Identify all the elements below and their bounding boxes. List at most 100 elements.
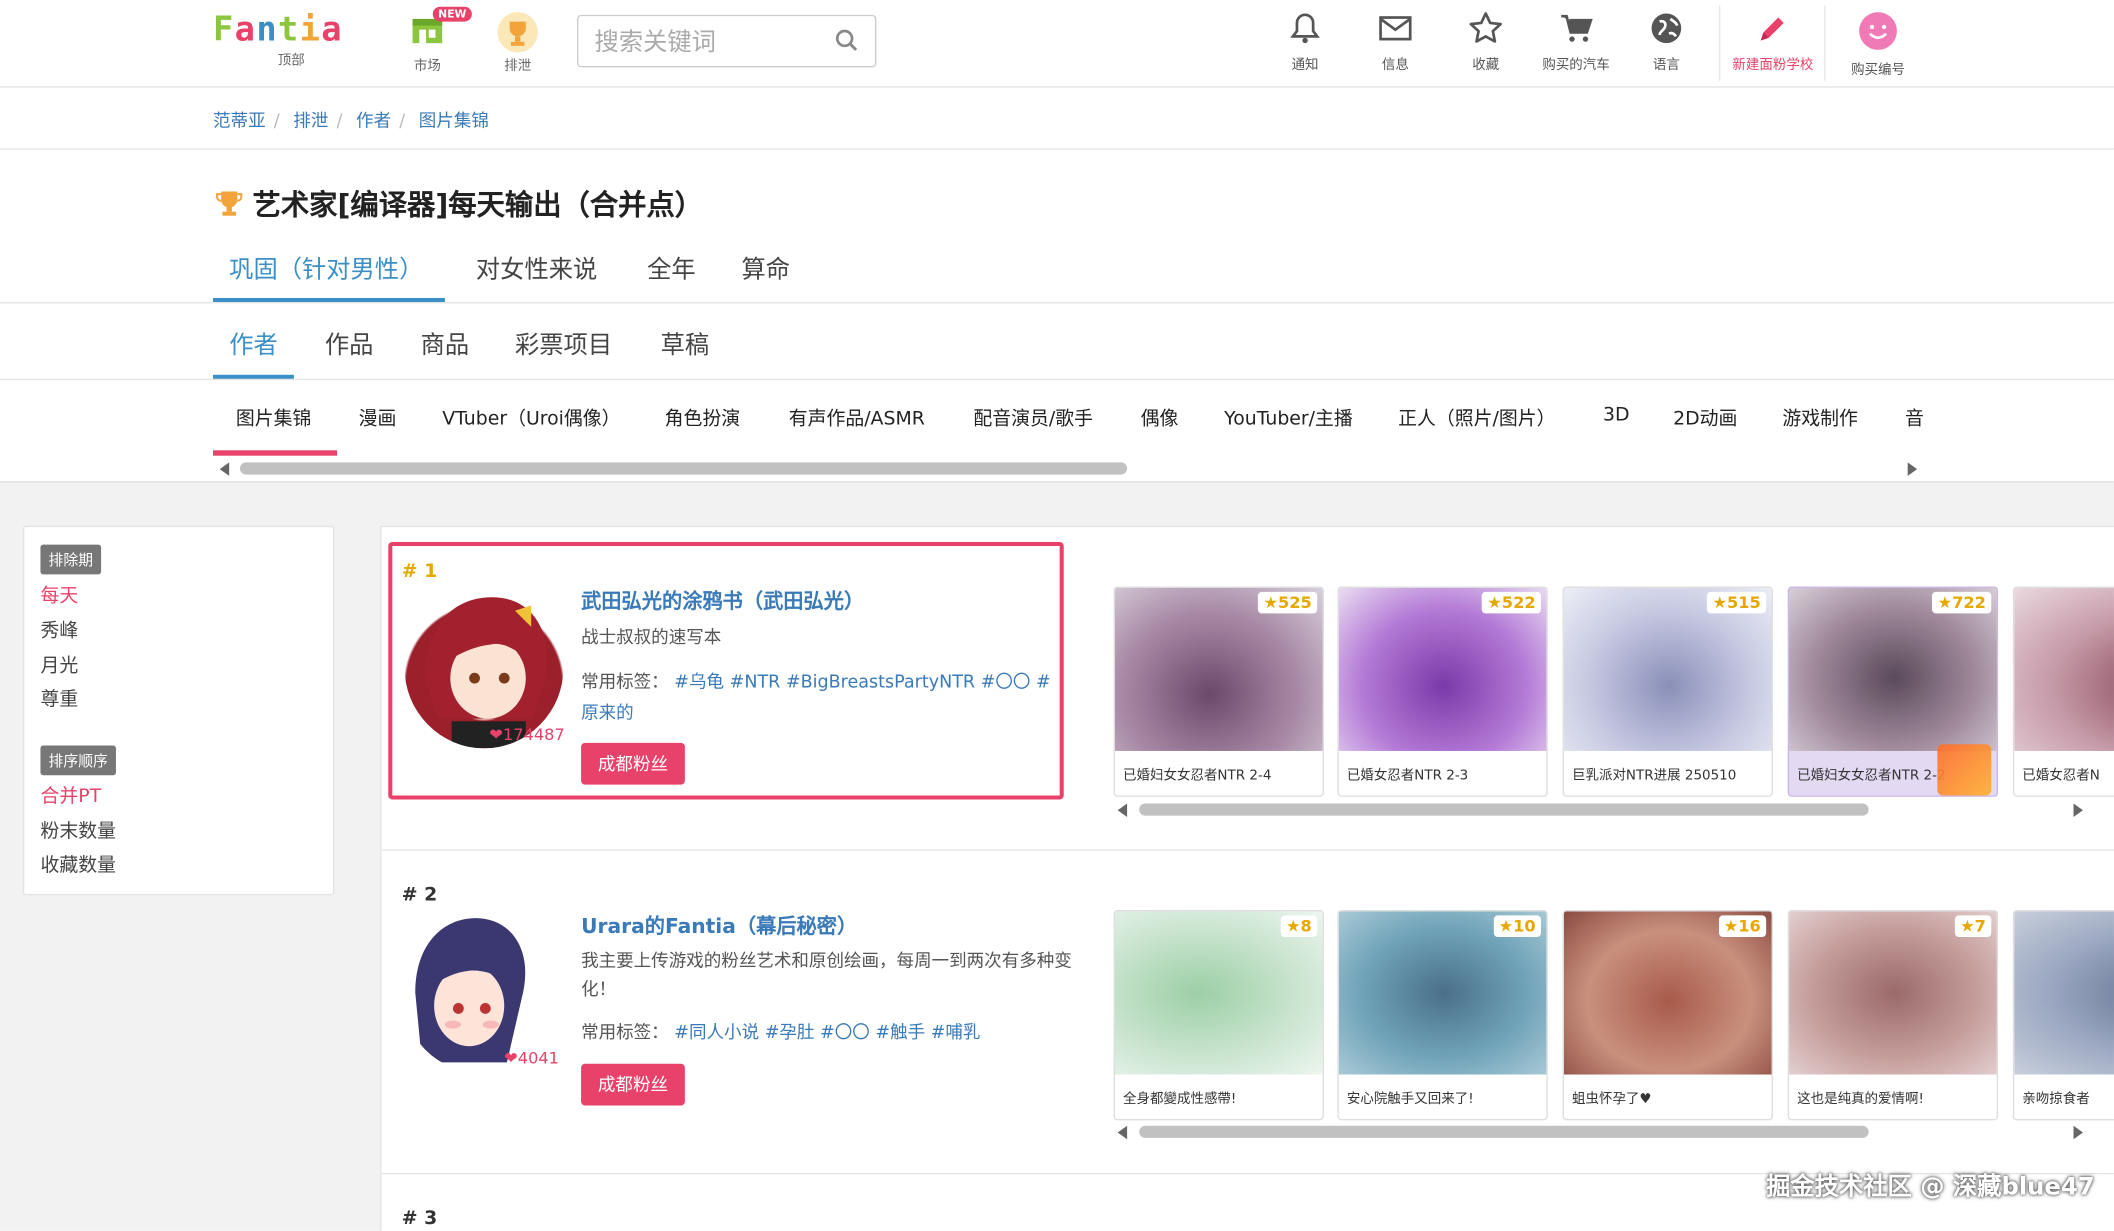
order-fans[interactable]: 粉末数量	[40, 817, 115, 844]
tab-drafts[interactable]: 草稿	[661, 326, 710, 361]
tab-works[interactable]: 作品	[325, 326, 374, 361]
order-favorites[interactable]: 收藏数量	[40, 851, 115, 878]
heart-icon: ❤	[489, 725, 503, 745]
star-value: 722	[1952, 593, 1986, 613]
category-tab-vtuber[interactable]: VTuber（Uroi偶像）	[442, 404, 620, 431]
star-value: 525	[1278, 593, 1312, 613]
search-icon[interactable]	[835, 28, 859, 52]
category-tab-music[interactable]: 音	[1905, 404, 1924, 431]
nav-notifications[interactable]: 通知	[1261, 11, 1350, 73]
nav-top[interactable]: 顶部	[251, 49, 332, 69]
work-caption: 蛆虫怀孕了♥	[1572, 1092, 1652, 1107]
fantia-logo[interactable]: Fantia	[213, 11, 369, 47]
tab-men[interactable]: 巩固（针对男性）	[229, 251, 423, 286]
work-thumbnail[interactable]: ★10 安心院触手又回来了!	[1337, 910, 1548, 1121]
tab-creator[interactable]: 作者	[229, 326, 278, 361]
tag-link[interactable]: #〇〇	[820, 1023, 870, 1043]
works-scrollbar[interactable]	[1139, 803, 1869, 816]
tab-lottery[interactable]: 彩票项目	[515, 326, 612, 361]
breadcrumb-item[interactable]: 范蒂亚	[213, 112, 266, 132]
rank-number: # 1	[401, 560, 438, 583]
work-thumbnail[interactable]: ★16 蛆虫怀孕了♥	[1562, 910, 1773, 1121]
tag-link[interactable]: #乌龟	[674, 673, 724, 693]
tab-year[interactable]: 全年	[647, 251, 696, 286]
works-scroll-left[interactable]	[1117, 803, 1128, 818]
avatar[interactable]	[404, 586, 564, 749]
category-tab-idol[interactable]: 偶像	[1141, 404, 1179, 431]
category-tab-2d-anim[interactable]: 2D动画	[1673, 404, 1737, 431]
work-image	[2014, 911, 2114, 1075]
period-weekly[interactable]: 秀峰	[40, 616, 78, 643]
period-monthly[interactable]: 月光	[40, 651, 78, 678]
work-thumbnail[interactable]: 已婚女忍者N	[2012, 586, 2114, 797]
nav-cart[interactable]: 购买的汽车	[1532, 11, 1621, 73]
period-label: 排除期	[40, 544, 102, 575]
category-tab-youtuber[interactable]: YouTuber/主播	[1224, 404, 1353, 431]
nav-favorites[interactable]: 收藏	[1441, 11, 1530, 73]
order-points[interactable]: 合并PT	[40, 782, 101, 809]
category-tab-game[interactable]: 游戏制作	[1782, 404, 1857, 431]
creator-tags: 常用标签： #同人小说 #孕肚 #〇〇 #触手 #哺乳	[581, 1018, 1093, 1049]
breadcrumb-item[interactable]: 作者	[356, 112, 391, 132]
become-fan-button[interactable]: 成都粉丝	[581, 742, 685, 785]
nav-divider	[1718, 5, 1721, 81]
tag-link[interactable]: #孕肚	[765, 1023, 815, 1043]
category-tab-3d[interactable]: 3D	[1603, 404, 1630, 426]
works-scroll-right[interactable]	[2073, 803, 2083, 818]
work-thumbnail[interactable]: ★525 已婚妇女女忍者NTR 2-4	[1113, 586, 1324, 797]
tag-link[interactable]: #哺乳	[931, 1023, 981, 1043]
category-tab-manga[interactable]: 漫画	[359, 404, 397, 431]
category-tab-voice-actor[interactable]: 配音演员/歌手	[973, 404, 1093, 431]
work-thumbnail[interactable]: 亲吻掠食者	[2012, 910, 2114, 1121]
nav-create-fanclub[interactable]: 新建面粉学校	[1727, 11, 1819, 73]
creator-name[interactable]: 武田弘光的涂鸦书（武田弘光）	[581, 586, 864, 614]
category-tab-photo[interactable]: 正人（照片/图片）	[1398, 404, 1555, 431]
works-scroll-right[interactable]	[2073, 1125, 2083, 1140]
breadcrumb-item[interactable]: 排泄	[293, 112, 328, 132]
nav-divider	[1824, 5, 1826, 81]
fan-count: ❤4041	[504, 1049, 559, 1068]
scroll-right-arrow[interactable]	[1907, 462, 1918, 476]
tab-products[interactable]: 商品	[421, 326, 470, 361]
category-scrollbar[interactable]	[239, 462, 1128, 475]
breadcrumb-item[interactable]: 图片集锦	[419, 112, 489, 132]
new-badge: NEW	[432, 6, 472, 22]
mail-icon	[1379, 16, 1412, 41]
tab-fortune[interactable]: 算命	[742, 251, 791, 286]
star-value: 515	[1726, 593, 1761, 613]
period-all[interactable]: 尊重	[40, 685, 78, 712]
tags-label: 常用标签：	[581, 1023, 669, 1044]
ranking-item: # 2 ❤4041 Urara的Fantia（幕后秘密） 我主要上传游戏的粉丝艺…	[382, 851, 2114, 1175]
works-scroll-left[interactable]	[1117, 1125, 1128, 1140]
works-scrollbar[interactable]	[1139, 1125, 1869, 1138]
work-thumbnail[interactable]: ★8 全身都變成性感帶!	[1113, 910, 1324, 1121]
tag-link[interactable]: #同人小说	[674, 1023, 759, 1043]
star-count: ★515	[1707, 591, 1767, 614]
category-tab-asmr[interactable]: 有声作品/ASMR	[789, 404, 925, 431]
tag-link[interactable]: #BigBreastsPartyNTR	[786, 673, 975, 693]
nav-ranking[interactable]: 排泄	[477, 11, 558, 74]
creator-tags: 常用标签： #乌龟 #NTR #BigBreastsPartyNTR #〇〇 #…	[581, 667, 1053, 729]
work-thumbnail[interactable]: ★7 这也是纯真的爱情啊!	[1787, 910, 1999, 1121]
scroll-left-arrow[interactable]	[219, 462, 230, 476]
nav-account[interactable]: 购买编号	[1834, 11, 1923, 78]
tab-women[interactable]: 对女性来说	[476, 251, 597, 286]
work-thumbnail[interactable]: ★722 已婚妇女女忍者NTR 2-2	[1787, 586, 1999, 797]
work-thumbnail[interactable]: ★515 巨乳派对NTR进展 250510	[1562, 586, 1773, 797]
search-input[interactable]	[594, 26, 824, 57]
work-caption: 已婚妇女女忍者NTR 2-4	[1123, 768, 1272, 784]
star-count: ★10	[1493, 915, 1541, 937]
rank-number: # 2	[401, 884, 438, 906]
category-tab-illustration[interactable]: 图片集锦	[236, 404, 311, 431]
nav-messages[interactable]: 信息	[1351, 11, 1440, 73]
tag-link[interactable]: #〇〇	[981, 673, 1031, 693]
nav-language[interactable]: 语言	[1622, 11, 1711, 73]
tag-link[interactable]: #NTR	[730, 673, 781, 693]
period-daily[interactable]: 每天	[40, 581, 78, 608]
trophy-icon	[477, 11, 558, 54]
tag-link[interactable]: #触手	[875, 1023, 925, 1043]
creator-name[interactable]: Urara的Fantia（幕后秘密）	[581, 911, 857, 939]
category-tab-cosplay[interactable]: 角色扮演	[665, 404, 740, 431]
work-thumbnail[interactable]: ★522 已婚女忍者NTR 2-3	[1337, 586, 1548, 797]
become-fan-button[interactable]: 成都粉丝	[581, 1063, 685, 1106]
